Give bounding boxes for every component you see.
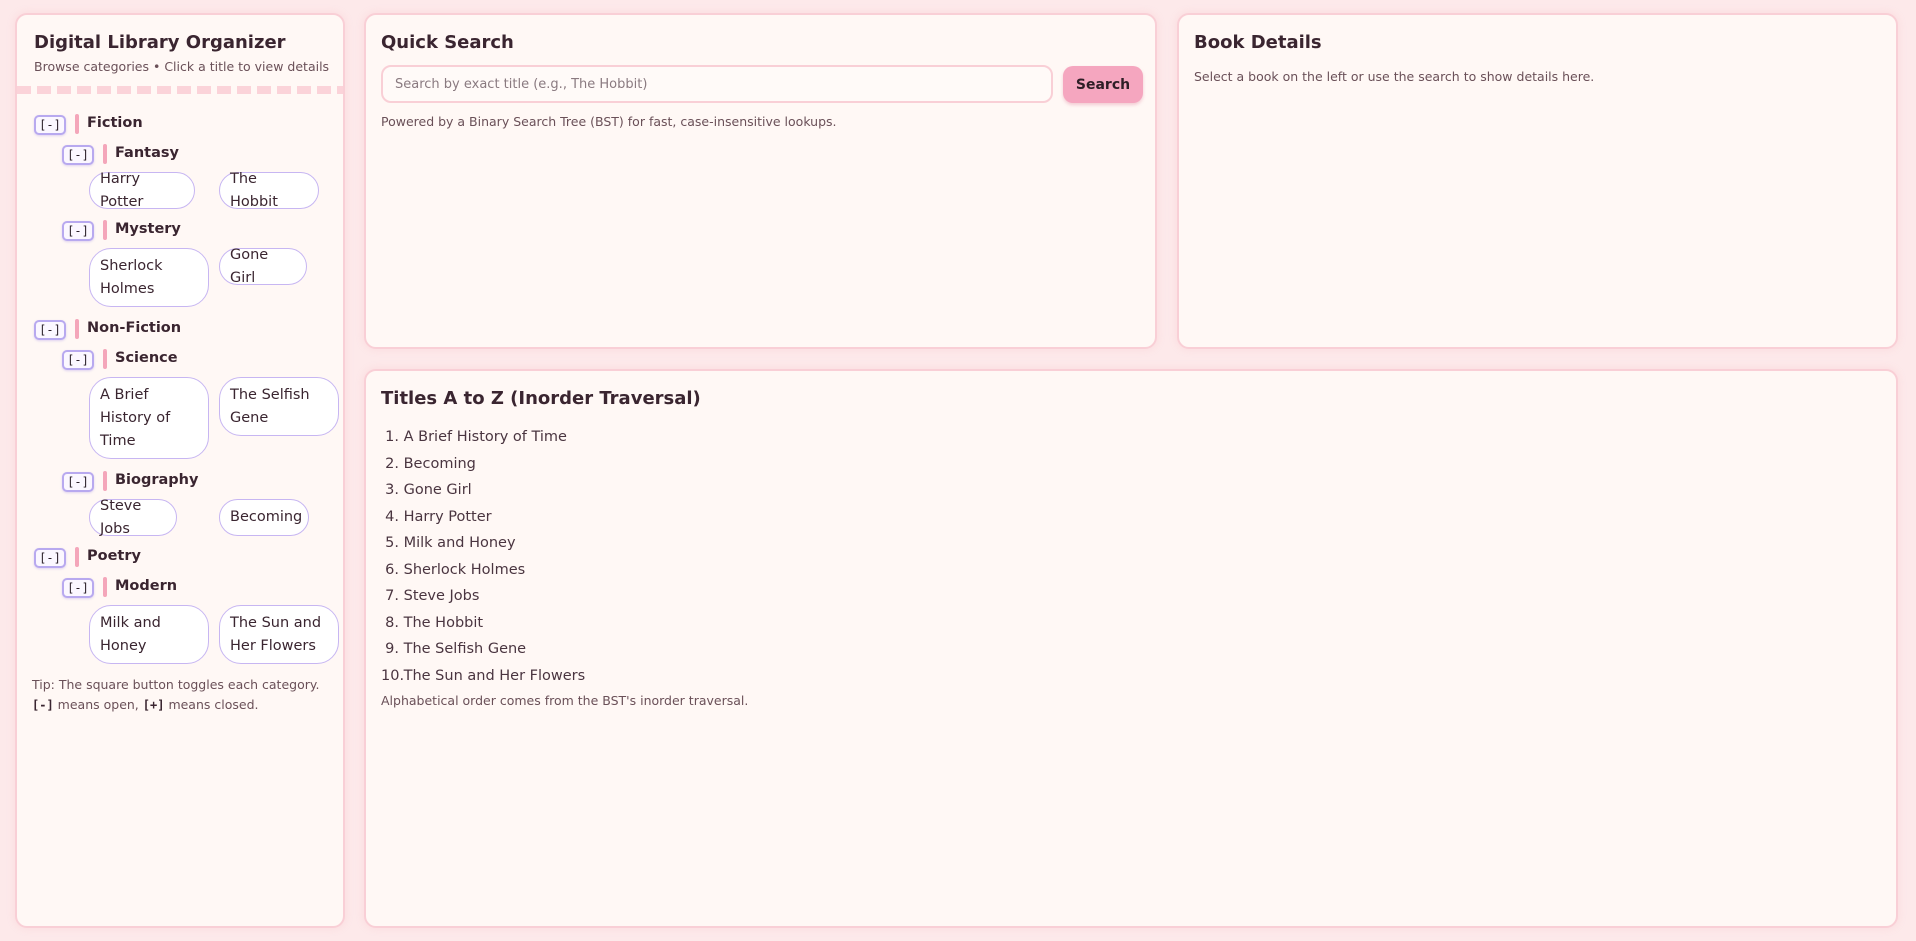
list-item-title: Sherlock Holmes bbox=[403, 561, 526, 578]
list-item-number: 2. bbox=[385, 455, 399, 472]
list-item-title: Steve Jobs bbox=[403, 588, 480, 604]
sidebar-title: Digital Library Organizer bbox=[34, 32, 286, 53]
list-item-title: The Sun and Her Flowers bbox=[403, 667, 586, 684]
list-item-title: Gone Girl bbox=[403, 482, 472, 498]
book-gone-girl[interactable]: Gone Girl bbox=[219, 247, 307, 286]
toggle-fantasy[interactable]: [-] bbox=[62, 145, 94, 165]
titles-a-to-z-panel: Titles A to Z (Inorder Traversal) 1. A B… bbox=[364, 369, 1898, 928]
quick-search-title: Quick Search bbox=[381, 32, 514, 53]
book-milk-and-honey[interactable]: Milk and Honey bbox=[89, 605, 209, 664]
tip-closed-text: means closed. bbox=[168, 697, 259, 712]
book-details-title: Book Details bbox=[1194, 32, 1322, 53]
title-list-item[interactable]: 7. Steve Jobs bbox=[381, 583, 585, 610]
list-item-number: 7. bbox=[385, 588, 399, 604]
list-item-number: 4. bbox=[385, 508, 399, 525]
book-details-empty-text: Select a book on the left or use the sea… bbox=[1194, 69, 1595, 84]
category-marker bbox=[75, 547, 79, 567]
list-item-number: 3. bbox=[385, 482, 399, 498]
toggle-science[interactable]: [-] bbox=[62, 350, 94, 370]
category-marker bbox=[103, 577, 107, 597]
category-marker bbox=[103, 220, 107, 240]
category-science: Science bbox=[115, 350, 178, 366]
title-list-item[interactable]: 1. A Brief History of Time bbox=[381, 424, 585, 451]
title-list-item[interactable]: 10. The Sun and Her Flowers bbox=[381, 663, 585, 690]
sidebar-divider bbox=[17, 86, 343, 94]
sidebar-subtitle: Browse categories • Click a title to vie… bbox=[34, 59, 330, 74]
category-poetry: Poetry bbox=[87, 548, 141, 564]
book-steve-jobs[interactable]: Steve Jobs bbox=[89, 498, 177, 537]
tip-closed-symbol: [+] bbox=[142, 698, 165, 712]
toggle-modern[interactable]: [-] bbox=[62, 578, 94, 598]
category-sidebar: Digital Library Organizer Browse categor… bbox=[15, 13, 345, 928]
category-fantasy: Fantasy bbox=[115, 145, 179, 161]
category-marker bbox=[103, 349, 107, 369]
titles-a-to-z-title: Titles A to Z (Inorder Traversal) bbox=[381, 388, 701, 409]
titles-note: Alphabetical order comes from the BST's … bbox=[381, 693, 749, 708]
category-marker bbox=[75, 319, 79, 339]
toggle-fiction[interactable]: [-] bbox=[34, 115, 66, 135]
category-marker bbox=[103, 144, 107, 164]
category-mystery: Mystery bbox=[115, 221, 181, 237]
tip-open-symbol: [-] bbox=[32, 698, 54, 712]
list-item-title: Becoming bbox=[403, 455, 476, 472]
list-item-number: 5. bbox=[385, 535, 399, 551]
list-item-title: The Hobbit bbox=[403, 614, 484, 631]
category-modern: Modern bbox=[115, 578, 178, 594]
list-item-title: A Brief History of Time bbox=[403, 429, 567, 445]
quick-search-panel: Quick Search Search Powered by a Binary … bbox=[364, 13, 1157, 349]
list-item-number: 10. bbox=[381, 667, 405, 684]
title-list-item[interactable]: 8. The Hobbit bbox=[381, 610, 585, 637]
toggle-mystery[interactable]: [-] bbox=[62, 221, 94, 241]
list-item-number: 6. bbox=[385, 561, 399, 578]
category-fiction: Fiction bbox=[87, 115, 143, 131]
list-item-number: 9. bbox=[385, 641, 399, 657]
book-the-sun-and-her-flowers[interactable]: The Sun and Her Flowers bbox=[219, 605, 339, 664]
book-a-brief-history-of-time[interactable]: A Brief History of Time bbox=[89, 377, 209, 459]
search-note: Powered by a Binary Search Tree (BST) fo… bbox=[381, 114, 837, 129]
list-item-title: Harry Potter bbox=[403, 508, 492, 525]
title-list-item[interactable]: 2. Becoming bbox=[381, 451, 585, 478]
title-list-item[interactable]: 9. The Selfish Gene bbox=[381, 636, 585, 663]
title-list-item[interactable]: 4. Harry Potter bbox=[381, 504, 585, 531]
tip-open-text: means open, bbox=[57, 697, 139, 712]
toggle-non-fiction[interactable]: [-] bbox=[34, 320, 66, 340]
toggle-biography[interactable]: [-] bbox=[62, 472, 94, 492]
book-becoming[interactable]: Becoming bbox=[219, 499, 309, 536]
category-biography: Biography bbox=[115, 472, 199, 488]
book-the-selfish-gene[interactable]: The Selfish Gene bbox=[219, 377, 339, 436]
search-button[interactable]: Search bbox=[1063, 66, 1143, 103]
book-details-panel: Book Details Select a book on the left o… bbox=[1177, 13, 1898, 349]
book-the-hobbit[interactable]: The Hobbit bbox=[219, 171, 319, 210]
toggle-poetry[interactable]: [-] bbox=[34, 548, 66, 568]
search-input[interactable] bbox=[381, 65, 1053, 103]
list-item-title: The Selfish Gene bbox=[403, 641, 527, 657]
book-harry-potter[interactable]: Harry Potter bbox=[89, 171, 195, 210]
title-list-item[interactable]: 5. Milk and Honey bbox=[381, 530, 585, 557]
category-marker bbox=[75, 114, 79, 134]
toggle-tip: Tip: The square button toggles each cate… bbox=[32, 675, 332, 715]
category-non-fiction: Non-Fiction bbox=[87, 320, 182, 336]
list-item-title: Milk and Honey bbox=[403, 535, 516, 551]
titles-list: 1. A Brief History of Time 2. Becoming 3. … bbox=[381, 424, 585, 689]
list-item-number: 1. bbox=[385, 429, 399, 445]
category-marker bbox=[103, 471, 107, 491]
list-item-number: 8. bbox=[385, 614, 399, 631]
tip-prefix: Tip: The square button toggles each cate… bbox=[32, 677, 320, 692]
book-sherlock-holmes[interactable]: Sherlock Holmes bbox=[89, 248, 209, 307]
title-list-item[interactable]: 6. Sherlock Holmes bbox=[381, 557, 585, 584]
title-list-item[interactable]: 3. Gone Girl bbox=[381, 477, 585, 504]
